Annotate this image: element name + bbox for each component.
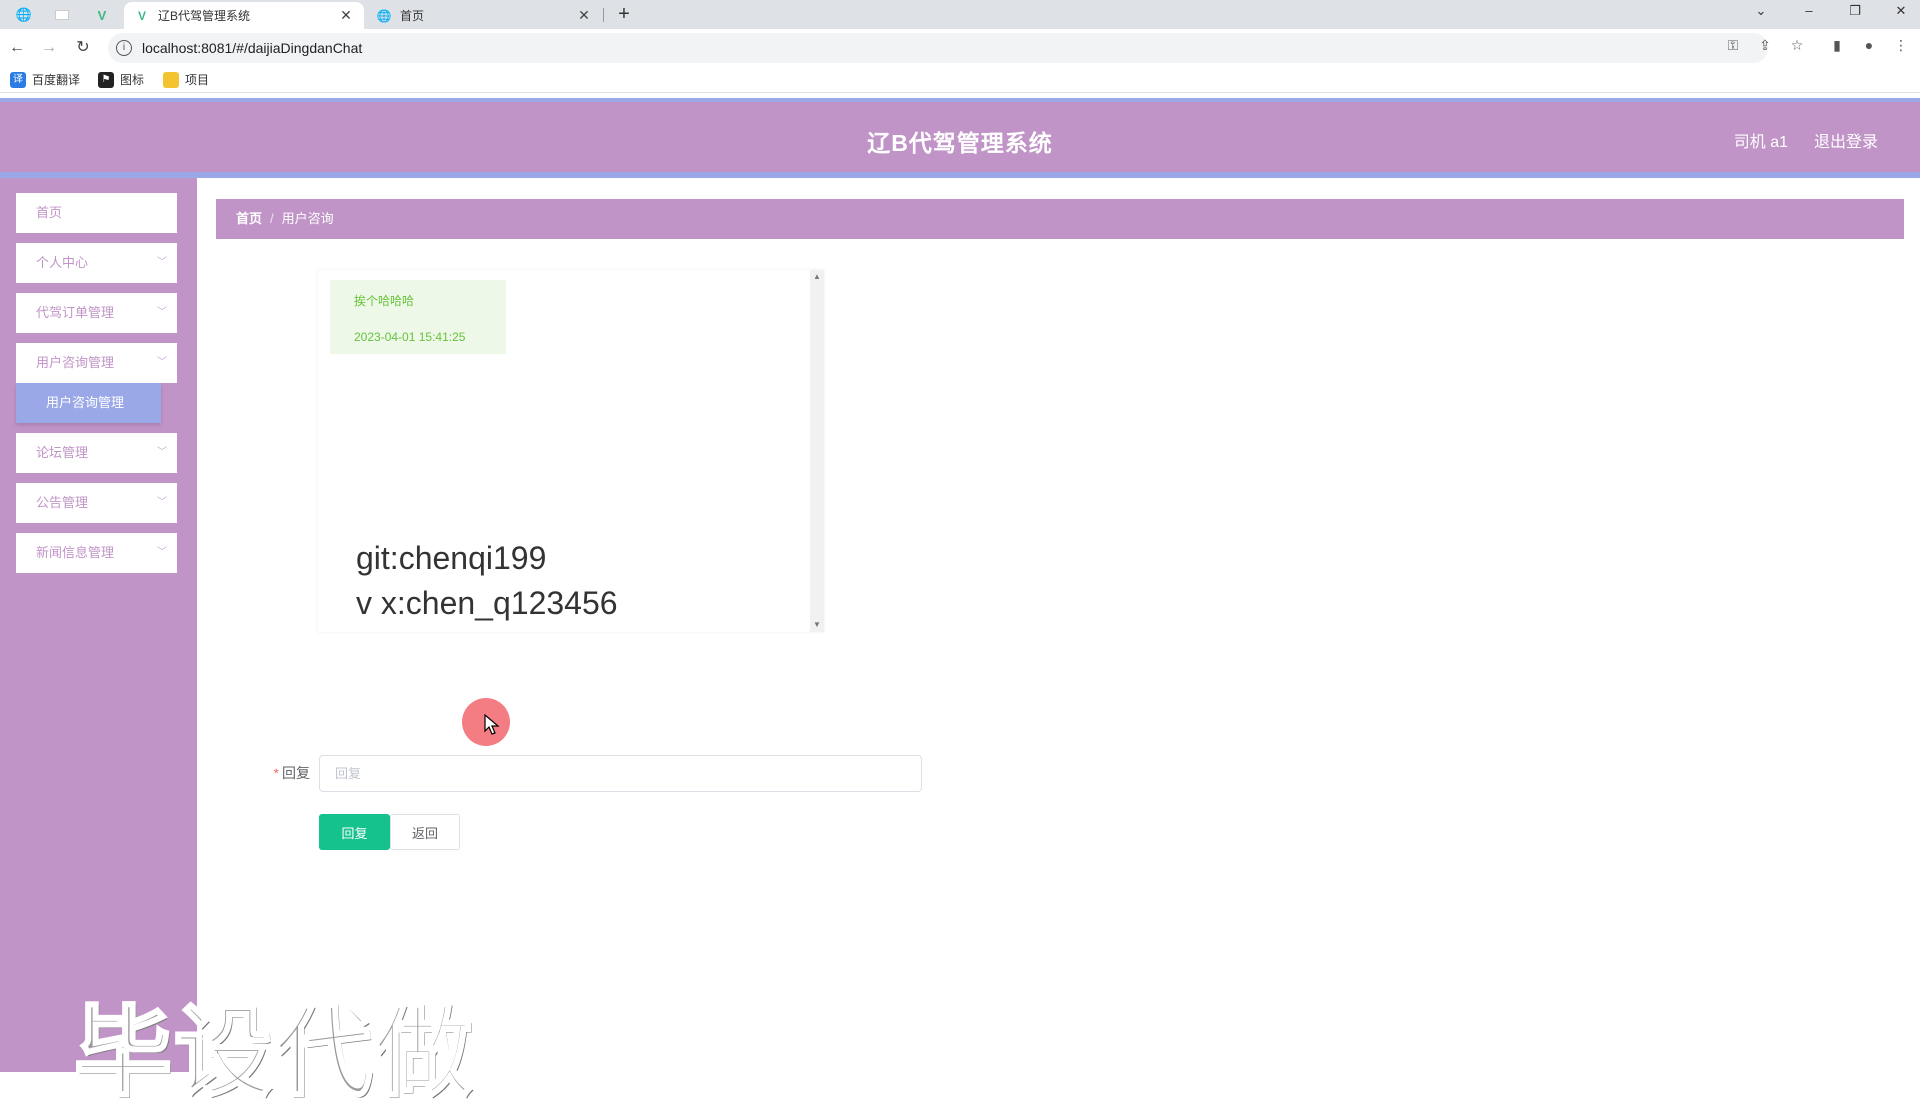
breadcrumb-home[interactable]: 首页 (236, 211, 262, 226)
chevron-down-icon: ﹀ (157, 447, 167, 458)
sidebar-item-consult[interactable]: 用户咨询管理 ﹀ (16, 343, 177, 383)
star-icon[interactable]: ☆ (1787, 37, 1807, 54)
info-icon[interactable]: i (116, 40, 132, 56)
sidebar: 首页 个人中心 ﹀ 代驾订单管理 ﹀ 用户咨询管理 ﹀ 用户咨询管理 论坛管理 … (0, 178, 197, 1072)
mouse-cursor-icon (484, 714, 500, 735)
overlay-contact-text: v x:chen_q123456 (356, 585, 618, 621)
sidebar-item-label: 个人中心 (36, 255, 89, 270)
sidebar-item-orders[interactable]: 代驾订单管理 ﹀ (16, 293, 177, 333)
url-text: localhost:8081/#/daijiaDingdanChat (142, 40, 363, 56)
chevron-down-icon[interactable]: ⌄ (1738, 0, 1784, 22)
breadcrumb-current: 用户咨询 (281, 211, 334, 226)
chevron-down-icon: ﹀ (157, 257, 167, 268)
watermark-text: 毕设代做 (72, 995, 475, 1112)
breadcrumb-separator: / (270, 211, 274, 226)
sidebar-item-label: 公告管理 (36, 495, 89, 510)
sidebar-item-label: 代驾订单管理 (36, 305, 115, 320)
close-icon[interactable]: ✕ (576, 7, 592, 24)
chevron-down-icon: ﹀ (157, 497, 167, 508)
bookmark-baidu-translate[interactable]: 译 百度翻译 (10, 71, 80, 88)
bookmark-project[interactable]: 项目 (163, 71, 209, 88)
required-mark: * (273, 765, 279, 781)
forward-arrow-icon[interactable]: → (38, 37, 60, 59)
close-icon[interactable]: ✕ (338, 7, 354, 24)
address-bar: ← → ↻ i localhost:8081/#/daijiaDingdanCh… (0, 29, 1920, 67)
restore-button[interactable]: ❐ (1832, 0, 1878, 22)
flag-icon: ⚑ (98, 71, 114, 88)
tab-home[interactable]: 🌐 首页 ✕ (366, 2, 602, 29)
blank-tab-icon[interactable] (48, 2, 76, 28)
translate-icon: 译 (10, 71, 26, 88)
bookmark-label: 图标 (120, 73, 145, 87)
scroll-up-icon[interactable]: ▲ (810, 270, 824, 284)
globe-icon[interactable]: 🌐 (10, 2, 38, 28)
browser-tab-strip: 🌐 V V 辽B代驾管理系统 ✕ 🌐 首页 ✕ + ⌄ – ❐ ✕ (0, 0, 1920, 29)
submenu-item-label: 用户咨询管理 (46, 395, 125, 410)
overlay-git-text: git:chenqi199 (356, 540, 547, 576)
reply-label-text: 回复 (282, 765, 310, 781)
sidebar-item-label: 新闻信息管理 (36, 545, 115, 560)
reload-icon[interactable]: ↻ (72, 37, 94, 59)
bookmarks-bar: 译 百度翻译 ⚑ 图标 项目 (0, 67, 1920, 93)
url-field[interactable]: i localhost:8081/#/daijiaDingdanChat (108, 33, 1768, 63)
back-button[interactable]: 返回 (390, 814, 460, 850)
globe-icon: 🌐 (376, 8, 392, 23)
app-header: 辽B代驾管理系统 司机 a1 退出登录 (0, 98, 1920, 178)
chevron-down-icon: ﹀ (157, 357, 167, 368)
chat-message-timestamp: 2023-04-01 15:41:25 (354, 330, 466, 344)
menu-kebab-icon[interactable]: ⋮ (1891, 37, 1911, 54)
sidebar-item-news[interactable]: 新闻信息管理 ﹀ (16, 533, 177, 573)
sidebar-item-home[interactable]: 首页 (16, 193, 177, 233)
profile-icon[interactable]: ● (1859, 37, 1879, 53)
app-root: 辽B代驾管理系统 司机 a1 退出登录 首页 个人中心 ﹀ 代驾订单管理 ﹀ 用… (0, 93, 1920, 1112)
chat-message-text: 挨个哈哈哈 (354, 294, 415, 308)
bookmark-label: 百度翻译 (32, 73, 81, 87)
chevron-down-icon: ﹀ (157, 547, 167, 558)
sidepanel-icon[interactable]: ▮ (1827, 37, 1847, 54)
tab-active[interactable]: V 辽B代驾管理系统 ✕ (124, 2, 364, 29)
bookmark-icons[interactable]: ⚑ 图标 (98, 71, 144, 88)
logout-link[interactable]: 退出登录 (1814, 128, 1878, 152)
sidebar-item-notice[interactable]: 公告管理 ﹀ (16, 483, 177, 523)
reply-button[interactable]: 回复 (319, 814, 390, 850)
sidebar-item-forum[interactable]: 论坛管理 ﹀ (16, 433, 177, 473)
app-title: 辽B代驾管理系统 (867, 130, 1053, 156)
current-user: 司机 a1 (1733, 134, 1788, 151)
scroll-down-icon[interactable]: ▼ (810, 618, 824, 632)
vue-logo-icon: V (137, 8, 146, 23)
window-close-button[interactable]: ✕ (1878, 0, 1920, 22)
chevron-down-icon: ﹀ (157, 307, 167, 318)
folder-icon (163, 71, 179, 88)
sidebar-item-label: 用户咨询管理 (36, 355, 115, 370)
share-icon[interactable]: ⇪ (1755, 37, 1775, 54)
reply-label: * 回复 (240, 763, 310, 783)
chat-scrollbar[interactable]: ▲ ▼ (810, 270, 824, 632)
back-arrow-icon[interactable]: ← (6, 37, 28, 59)
reply-input[interactable] (319, 755, 922, 792)
minimize-button[interactable]: – (1786, 0, 1832, 22)
sidebar-item-label: 首页 (36, 205, 63, 220)
new-tab-button[interactable]: + (612, 3, 636, 27)
tab-separator (603, 8, 604, 22)
vue-logo-icon[interactable]: V (88, 2, 116, 28)
submenu-item-consult[interactable]: 用户咨询管理 (16, 383, 161, 423)
tab-title: 首页 (400, 9, 425, 23)
chat-message: 挨个哈哈哈 2023-04-01 15:41:25 (330, 280, 506, 354)
key-icon[interactable]: ⚿ (1723, 37, 1743, 54)
chat-history[interactable]: 挨个哈哈哈 2023-04-01 15:41:25 ▲ ▼ (318, 270, 824, 632)
sidebar-item-label: 论坛管理 (36, 445, 89, 460)
tab-title: 辽B代驾管理系统 (158, 9, 251, 23)
sidebar-item-profile[interactable]: 个人中心 ﹀ (16, 243, 177, 283)
bookmark-label: 项目 (185, 73, 210, 87)
breadcrumb: 首页 / 用户咨询 (216, 199, 1904, 239)
